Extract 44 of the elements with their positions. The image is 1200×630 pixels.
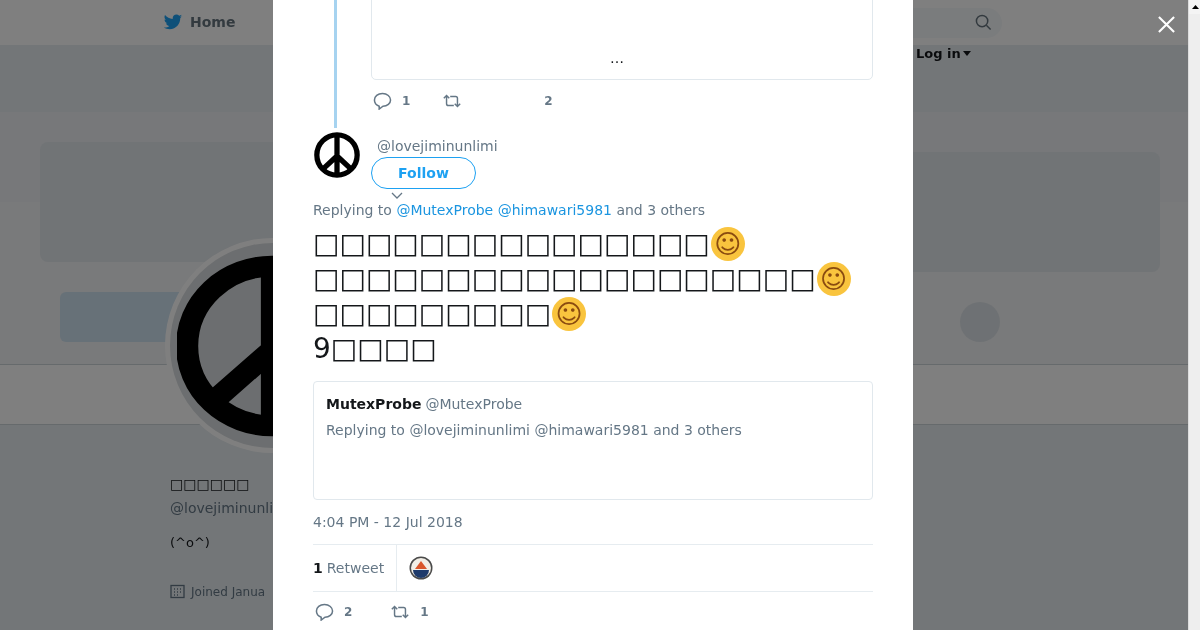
- timestamp[interactable]: 4:04 PM - 12 Jul 2018: [313, 512, 463, 533]
- blush-emoji: ☺: [816, 261, 851, 296]
- quoted-tweet-card[interactable]: …: [371, 0, 873, 80]
- tweet-text-line: □□□□□□□□□□□□□□□□□□□: [313, 261, 816, 296]
- user-handle[interactable]: @lovejiminunlimi: [377, 136, 498, 157]
- quoted-name: MutexProbe: [326, 395, 422, 414]
- retweet-icon[interactable]: [390, 604, 411, 620]
- calendar-icon: [170, 584, 185, 599]
- tweet-text-line: □□□□□□□□□: [313, 296, 552, 331]
- replying-to-text: Replying to @MutexProbe @himawari5981 and 3 others: [313, 201, 706, 220]
- scroll-up-button[interactable]: [1189, 0, 1200, 14]
- like-count: 2: [544, 93, 553, 110]
- mention-link[interactable]: @MutexProbe: [396, 202, 494, 218]
- caret-icon: [962, 51, 971, 57]
- close-icon: [1156, 14, 1176, 34]
- quoted-tweet-card[interactable]: MutexProbe @MutexProbe Replying to @lovejiminunlimi @himawari5981 and 3 others: [313, 381, 873, 500]
- quoted-handle: @MutexProbe: [425, 395, 523, 414]
- close-button[interactable]: [1155, 13, 1177, 35]
- profile-handle: @lovejiminunli: [170, 499, 274, 518]
- tweet-text-line: 9□□□□: [313, 331, 437, 366]
- ellipsis: …: [610, 49, 624, 68]
- retweet-icon[interactable]: [442, 93, 463, 109]
- retweet-stats[interactable]: 1 Retweet: [313, 545, 398, 591]
- retweet-count: 1: [420, 604, 429, 621]
- profile-name: □□□□□□: [170, 475, 251, 494]
- blush-emoji: ☺: [710, 226, 745, 261]
- quoted-text: Replying to @lovejiminunlimi @himawari5981 and 3 others: [326, 421, 743, 440]
- search-field[interactable]: [912, 7, 1002, 38]
- reply-count: 2: [344, 604, 353, 621]
- mention-link[interactable]: @himawari5981: [497, 202, 612, 218]
- home-link[interactable]: Home: [190, 12, 236, 33]
- up-arrow-icon: [1191, 5, 1199, 9]
- profile-bio: (^o^): [170, 534, 211, 552]
- chevron-icon[interactable]: [391, 192, 403, 199]
- tweet-text-line: □□□□□□□□□□□□□□□: [313, 226, 710, 261]
- user-avatar[interactable]: [409, 556, 434, 580]
- blush-emoji: ☺: [552, 296, 587, 331]
- login-link[interactable]: Log in: [913, 44, 961, 64]
- reply-icon[interactable]: [373, 92, 392, 110]
- joined-date: Joined Janua: [191, 583, 266, 601]
- peace-symbol-icon: [313, 131, 361, 179]
- reply-count: 1: [402, 93, 411, 110]
- reply-icon[interactable]: [315, 603, 334, 621]
- search-icon[interactable]: [975, 14, 992, 31]
